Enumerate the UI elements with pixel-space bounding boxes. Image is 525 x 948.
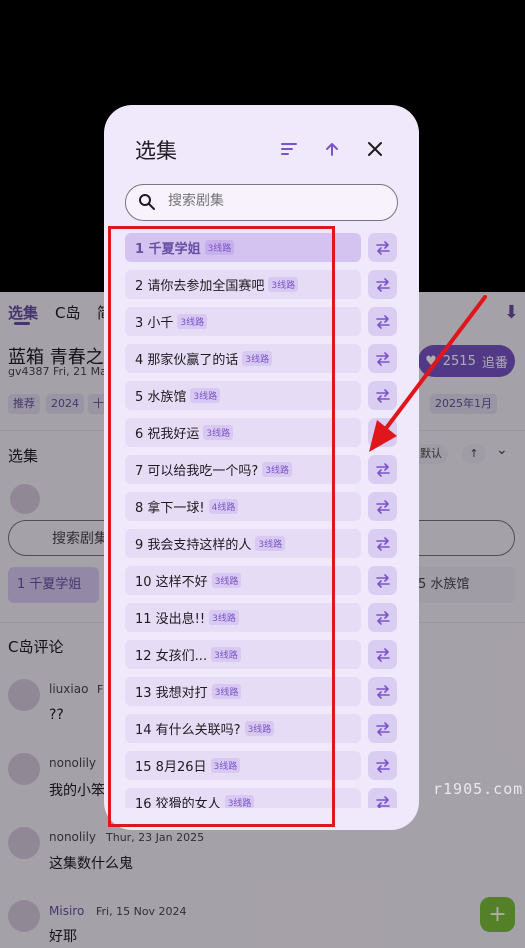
swap-source-icon[interactable]	[368, 233, 397, 262]
swap-source-icon[interactable]	[368, 566, 397, 595]
swap-source-icon[interactable]	[368, 640, 397, 669]
dialog-title: 选集	[135, 139, 177, 163]
annotation-highlight-box	[108, 226, 335, 827]
swap-source-icon[interactable]	[368, 603, 397, 632]
swap-source-icon[interactable]	[368, 492, 397, 521]
sort-icon[interactable]	[275, 135, 303, 163]
search-icon	[139, 194, 155, 210]
swap-source-icon[interactable]	[368, 751, 397, 780]
swap-source-icon[interactable]	[368, 788, 397, 808]
close-icon[interactable]	[361, 135, 389, 163]
episode-search-field[interactable]	[168, 193, 368, 209]
watermark: r1905.com	[433, 780, 524, 798]
arrow-up-icon[interactable]	[318, 135, 346, 163]
swap-source-icon[interactable]	[368, 529, 397, 558]
swap-source-icon[interactable]	[368, 677, 397, 706]
annotation-arrow-icon	[369, 295, 487, 452]
swap-source-icon[interactable]	[368, 714, 397, 743]
